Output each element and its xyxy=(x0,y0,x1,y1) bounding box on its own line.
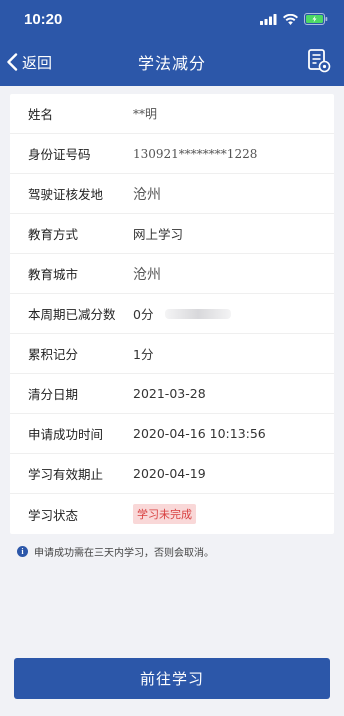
info-row-clear-date: 清分日期 2021-03-28 xyxy=(10,374,334,414)
info-row-accumulated-points: 累积记分 1分 xyxy=(10,334,334,374)
blurred-region xyxy=(165,308,232,319)
nav-bar: 返回 学法减分 xyxy=(0,38,344,86)
info-value: 2020-04-16 10:13:56 xyxy=(133,426,266,441)
info-label: 申请成功时间 xyxy=(28,427,104,442)
back-button[interactable]: 返回 xyxy=(0,38,52,86)
info-label: 教育方式 xyxy=(28,227,79,242)
signal-icon xyxy=(260,13,277,25)
chevron-left-icon xyxy=(7,53,18,71)
info-value: 网上学习 xyxy=(133,227,184,242)
status-badge: 学习未完成 xyxy=(133,504,196,524)
info-value: 0分 xyxy=(133,307,154,322)
info-row-valid-until: 学习有效期止 2020-04-19 xyxy=(10,454,334,494)
info-value: 2020-04-19 xyxy=(133,466,206,481)
info-row-apply-time: 申请成功时间 2020-04-16 10:13:56 xyxy=(10,414,334,454)
info-row-deducted-points: 本周期已减分数 0分 xyxy=(10,294,334,334)
status-icons xyxy=(260,13,328,25)
notice: i 申请成功需在三天内学习，否则会取消。 xyxy=(17,544,344,559)
info-value: 沧州 xyxy=(133,266,161,283)
info-row-study-status: 学习状态 学习未完成 xyxy=(10,494,334,534)
info-value: 沧州 xyxy=(133,186,161,203)
info-row-license-issuer: 驾驶证核发地 沧州 xyxy=(10,174,334,214)
status-bar: 10:20 xyxy=(0,0,344,38)
info-label: 学习有效期止 xyxy=(28,467,104,482)
info-label: 本周期已减分数 xyxy=(28,307,116,322)
info-row-education-method: 教育方式 网上学习 xyxy=(10,214,334,254)
document-settings-icon[interactable] xyxy=(306,48,332,74)
info-value: 1分 xyxy=(133,347,154,362)
wifi-icon xyxy=(283,13,298,25)
info-label: 姓名 xyxy=(28,107,54,122)
info-card: 姓名 **明 身份证号码 130921********1228 驾驶证核发地 沧… xyxy=(10,94,334,534)
header: 10:20 返回 学法减分 xyxy=(0,0,344,86)
info-label: 身份证号码 xyxy=(28,147,91,162)
info-row-id-number: 身份证号码 130921********1228 xyxy=(10,134,334,174)
info-icon: i xyxy=(17,546,28,557)
battery-icon xyxy=(304,13,328,25)
info-row-name: 姓名 **明 xyxy=(10,94,334,134)
info-label: 驾驶证核发地 xyxy=(28,187,104,202)
info-row-education-city: 教育城市 沧州 xyxy=(10,254,334,294)
info-label: 教育城市 xyxy=(28,267,79,282)
status-time: 10:20 xyxy=(24,10,63,28)
info-label: 累积记分 xyxy=(28,347,79,362)
info-value: 2021-03-28 xyxy=(133,386,206,401)
info-value: 130921********1228 xyxy=(133,146,258,161)
notice-text: 申请成功需在三天内学习，否则会取消。 xyxy=(34,548,214,559)
go-study-button[interactable]: 前往学习 xyxy=(14,658,330,699)
info-value: **明 xyxy=(133,107,158,121)
info-label: 学习状态 xyxy=(28,507,79,523)
info-label: 清分日期 xyxy=(28,387,79,402)
back-label: 返回 xyxy=(22,53,53,72)
